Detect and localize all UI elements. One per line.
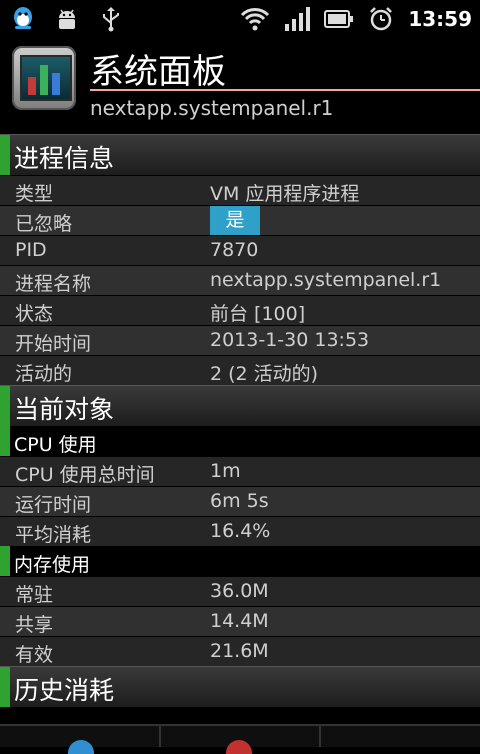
- row-key: PID: [15, 239, 47, 261]
- app-icon: [12, 46, 76, 110]
- section-history[interactable]: 历史消耗: [0, 666, 480, 707]
- row-key: 平均消耗: [15, 524, 92, 546]
- row-runtime[interactable]: 运行时间 6m 5s: [0, 486, 480, 516]
- section-label: 历史消耗: [14, 676, 115, 705]
- android-icon: [52, 4, 82, 34]
- row-key: 已忽略: [15, 213, 73, 235]
- section-label: 进程信息: [14, 144, 115, 173]
- row-key: 状态: [15, 303, 54, 325]
- process-details: 进程信息 类型 VM 应用程序进程 已忽略 是 PID 7870 进程名称 ne…: [0, 134, 480, 707]
- row-type[interactable]: 类型 VM 应用程序进程: [0, 175, 480, 205]
- row-average-usage[interactable]: 平均消耗 16.4%: [0, 516, 480, 546]
- status-bar: 13:59: [0, 0, 480, 38]
- row-key: 常驻: [15, 584, 54, 606]
- section-label: 当前对象: [14, 395, 115, 424]
- row-key: 活动的: [15, 363, 73, 385]
- action-button-icon[interactable]: [68, 740, 94, 754]
- row-start-time[interactable]: 开始时间 2013-1-30 13:53: [0, 325, 480, 355]
- row-value: nextapp.systempanel.r1: [210, 269, 442, 291]
- row-memory-effective[interactable]: 有效 21.6M: [0, 636, 480, 666]
- usb-icon: [96, 4, 126, 34]
- section-current-object[interactable]: 当前对象: [0, 385, 480, 426]
- qq-icon: [8, 4, 38, 34]
- subsection-memory-usage: 内存使用: [0, 546, 480, 576]
- row-value: 2013-1-30 13:53: [210, 329, 370, 351]
- row-key: 类型: [15, 183, 54, 205]
- row-value: VM 应用程序进程: [210, 183, 360, 205]
- row-key: 有效: [15, 644, 54, 666]
- row-key: CPU 使用总时间: [15, 464, 155, 486]
- row-value: 14.4M: [210, 610, 269, 632]
- row-cpu-total[interactable]: CPU 使用总时间 1m: [0, 456, 480, 486]
- row-key: 运行时间: [15, 494, 92, 516]
- row-value: 2 (2 活动的): [210, 363, 319, 385]
- subsection-label: 内存使用: [14, 554, 91, 576]
- alarm-icon: [366, 4, 396, 34]
- row-value: 前台 [100]: [210, 303, 306, 325]
- row-key: 共享: [15, 614, 54, 636]
- bottom-action-bar: [0, 724, 480, 754]
- section-process-info[interactable]: 进程信息: [0, 134, 480, 175]
- status-clock: 13:59: [408, 7, 472, 31]
- app-title: 系统面板: [90, 52, 226, 92]
- battery-icon: [324, 4, 354, 34]
- app-package-name: nextapp.systempanel.r1: [90, 96, 334, 120]
- row-value: 7870: [210, 239, 259, 261]
- subsection-accent: [0, 546, 10, 576]
- row-value: 6m 5s: [210, 490, 269, 512]
- row-key: 开始时间: [15, 333, 92, 355]
- row-active[interactable]: 活动的 2 (2 活动的): [0, 355, 480, 385]
- row-value: 21.6M: [210, 640, 269, 662]
- row-value: 36.0M: [210, 580, 269, 602]
- section-accent: [0, 135, 10, 175]
- section-accent: [0, 667, 10, 707]
- ignored-badge: 是: [210, 206, 260, 235]
- row-value: 1m: [210, 460, 241, 482]
- app-header: 系统面板 nextapp.systempanel.r1: [0, 38, 480, 134]
- row-memory-shared[interactable]: 共享 14.4M: [0, 606, 480, 636]
- section-accent: [0, 386, 10, 426]
- row-pid[interactable]: PID 7870: [0, 235, 480, 265]
- subsection-label: CPU 使用: [14, 434, 97, 456]
- subsection-cpu-usage: CPU 使用: [0, 426, 480, 456]
- title-underline: [90, 89, 480, 91]
- row-value: 16.4%: [210, 520, 271, 542]
- action-button-icon[interactable]: [226, 740, 252, 754]
- bar-divider: [319, 726, 321, 747]
- row-state[interactable]: 状态 前台 [100]: [0, 295, 480, 325]
- row-ignored[interactable]: 已忽略 是: [0, 205, 480, 235]
- bar-divider: [159, 726, 161, 747]
- wifi-icon: [240, 4, 270, 34]
- subsection-accent: [0, 426, 10, 456]
- row-process-name[interactable]: 进程名称 nextapp.systempanel.r1: [0, 265, 480, 295]
- row-memory-resident[interactable]: 常驻 36.0M: [0, 576, 480, 606]
- signal-icon: [282, 4, 312, 34]
- row-key: 进程名称: [15, 273, 92, 295]
